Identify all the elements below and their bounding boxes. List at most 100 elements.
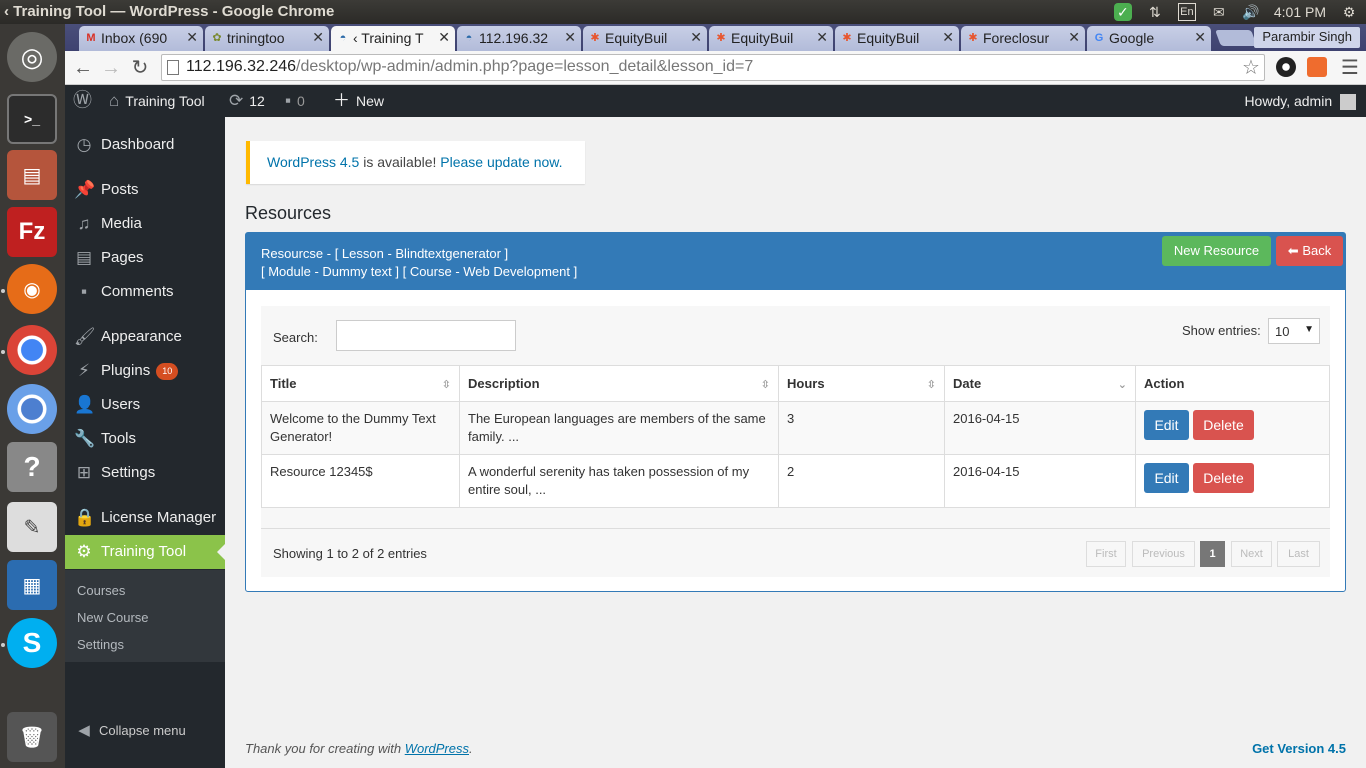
menu-item-users[interactable]: 👤 Users xyxy=(65,388,225,422)
column-header-description[interactable]: Description ⇳ xyxy=(459,365,779,402)
volume-icon[interactable]: 🔊 xyxy=(1242,3,1260,21)
browser-tab[interactable]: ◓ 112.196.32 ✕ xyxy=(457,26,581,51)
column-header-hours[interactable]: Hours ⇳ xyxy=(778,365,945,402)
ubuntu-dash-icon[interactable]: ◎ xyxy=(7,32,57,82)
edit-button[interactable]: Edit xyxy=(1144,463,1189,493)
terminal-icon[interactable]: >_ xyxy=(7,94,57,144)
menu-item-comments[interactable]: ▪ Comments xyxy=(65,275,225,309)
menu-item-appearance[interactable]: 🖌 Appearance xyxy=(65,320,225,354)
column-header-action: Action xyxy=(1135,365,1330,402)
forward-arrow-icon[interactable]: → xyxy=(99,56,123,80)
browser-tab[interactable]: M Inbox (690 ✕ xyxy=(79,26,203,51)
comment-icon: ▪ xyxy=(80,282,88,301)
update-now-link[interactable]: Please update now. xyxy=(440,154,562,170)
reload-icon[interactable]: ↻ xyxy=(128,56,152,80)
browser-tab[interactable]: G Google ✕ xyxy=(1087,26,1211,51)
menu-item-training-tool[interactable]: ⚙ Training Tool xyxy=(65,535,225,569)
close-tab-icon[interactable]: ✕ xyxy=(312,29,324,46)
sync-status-icon[interactable]: ✓ xyxy=(1113,3,1132,21)
browser-tab[interactable]: ✱ EquityBuil ✕ xyxy=(709,26,833,51)
close-tab-icon[interactable]: ✕ xyxy=(816,29,828,46)
delete-button[interactable]: Delete xyxy=(1193,410,1254,440)
menu-item-posts[interactable]: 📌 Posts xyxy=(65,173,225,207)
document-viewer-icon[interactable]: ▦ xyxy=(7,560,57,610)
panel-heading: Resourcse - [ Lesson - Blindtextgenerato… xyxy=(246,233,1345,290)
cell-title: Welcome to the Dummy Text Generator! xyxy=(261,401,460,455)
browser-tab[interactable]: ✱ EquityBuil ✕ xyxy=(835,26,959,51)
back-arrow-icon[interactable]: ← xyxy=(71,56,95,80)
pagination-last[interactable]: Last xyxy=(1277,541,1320,567)
url-path: /desktop/wp-admin/admin.php?page=lesson_… xyxy=(296,58,754,75)
account-menu[interactable]: Howdy, admin xyxy=(1244,85,1356,117)
wordpress-version-link[interactable]: WordPress 4.5 xyxy=(267,154,359,170)
wordpress-link[interactable]: WordPress xyxy=(405,741,469,756)
close-tab-icon[interactable]: ✕ xyxy=(1194,29,1206,46)
keyboard-layout-indicator[interactable]: En xyxy=(1177,3,1196,21)
profile-button[interactable]: Parambir Singh xyxy=(1254,27,1360,48)
edit-button[interactable]: Edit xyxy=(1144,410,1189,440)
new-tab-button[interactable] xyxy=(1215,30,1257,46)
browser-tab[interactable]: ✿ triningtoo ✕ xyxy=(205,26,329,51)
filezilla-icon[interactable]: Fz xyxy=(7,207,57,257)
updates-icon: ⟳ xyxy=(229,91,244,110)
search-input[interactable] xyxy=(336,320,516,351)
sort-icon: ⇳ xyxy=(926,379,936,391)
site-name-link[interactable]: ⌂ Training Tool xyxy=(109,85,205,117)
delete-button[interactable]: Delete xyxy=(1193,463,1254,493)
settings-gear-icon[interactable]: ⚙ xyxy=(1340,3,1358,21)
clock[interactable]: 4:01 PM xyxy=(1274,4,1326,20)
address-bar[interactable]: 112.196.32.246/desktop/wp-admin/admin.ph… xyxy=(161,54,1265,81)
wordpress-logo-icon[interactable]: Ⓦ xyxy=(73,85,92,117)
skype-icon[interactable]: S xyxy=(7,618,57,668)
column-header-date[interactable]: Date ⌄ xyxy=(944,365,1136,402)
close-tab-icon[interactable]: ✕ xyxy=(186,29,198,46)
pagination-next[interactable]: Next xyxy=(1231,541,1272,567)
menu-item-tools[interactable]: 🔧 Tools xyxy=(65,422,225,456)
extension-icon[interactable] xyxy=(1307,57,1327,77)
close-tab-icon[interactable]: ✕ xyxy=(690,29,702,46)
menu-item-license-manager[interactable]: 🔒 License Manager xyxy=(65,501,225,535)
chromium-icon[interactable] xyxy=(7,384,57,434)
pagination-page-1[interactable]: 1 xyxy=(1200,541,1225,567)
submenu-new-course[interactable]: New Course xyxy=(77,610,149,625)
close-tab-icon[interactable]: ✕ xyxy=(438,29,450,46)
menu-item-pages[interactable]: ▤ Pages xyxy=(65,241,225,275)
trash-icon[interactable]: 🗑 xyxy=(7,712,57,762)
collapse-menu-button[interactable]: ◀ Collapse menu xyxy=(65,714,225,748)
browser-tab[interactable]: ✱ Foreclosur ✕ xyxy=(961,26,1085,51)
submenu-settings[interactable]: Settings xyxy=(77,637,124,652)
menu-item-plugins[interactable]: ⚡ Plugins 10 xyxy=(65,354,225,388)
menu-icon[interactable]: ☰ xyxy=(1338,56,1362,80)
close-tab-icon[interactable]: ✕ xyxy=(564,29,576,46)
new-content-link[interactable]: ＋ New xyxy=(333,85,384,117)
file-manager-icon[interactable]: ▤ xyxy=(7,150,57,200)
new-resource-button[interactable]: New Resource xyxy=(1162,236,1271,266)
paintbrush-icon: 🖌 xyxy=(74,327,96,346)
submenu-courses[interactable]: Courses xyxy=(77,583,125,598)
mail-icon[interactable]: ✉ xyxy=(1210,3,1228,21)
pagination-first[interactable]: First xyxy=(1086,541,1126,567)
browser-tab[interactable]: ✱ EquityBuil ✕ xyxy=(583,26,707,51)
pagination-previous[interactable]: Previous xyxy=(1132,541,1195,567)
close-tab-icon[interactable]: ✕ xyxy=(1068,29,1080,46)
avatar xyxy=(1340,94,1356,111)
chrome-icon[interactable] xyxy=(7,325,57,375)
column-header-title[interactable]: Title ⇳ xyxy=(261,365,460,402)
menu-item-media[interactable]: ♫ Media xyxy=(65,207,225,241)
help-icon[interactable]: ? xyxy=(7,442,57,492)
updates-link[interactable]: ⟳ 12 xyxy=(229,85,265,117)
text-editor-icon[interactable]: ✎ xyxy=(7,502,57,552)
firefox-icon[interactable]: ◉ xyxy=(7,264,57,314)
comments-link[interactable]: ▪ 0 xyxy=(285,85,305,117)
wp-admin-menu: ◷ Dashboard 📌 Posts ♫ Media ▤ Pages ▪ Comment… xyxy=(65,117,225,768)
extension-icon[interactable] xyxy=(1276,57,1296,77)
browser-tab-active[interactable]: ◓ ‹ Training T ✕ xyxy=(331,26,455,51)
bookmark-star-icon[interactable]: ☆ xyxy=(1242,55,1260,80)
close-tab-icon[interactable]: ✕ xyxy=(942,29,954,46)
menu-item-settings[interactable]: ⊞ Settings xyxy=(65,456,225,490)
network-icon[interactable]: ⇅ xyxy=(1146,3,1164,21)
back-button[interactable]: ⬅ Back xyxy=(1276,236,1343,266)
menu-item-dashboard[interactable]: ◷ Dashboard xyxy=(65,128,225,162)
get-version-link[interactable]: Get Version 4.5 xyxy=(1252,741,1346,756)
entries-select[interactable]: 10 ▼ xyxy=(1268,318,1320,344)
